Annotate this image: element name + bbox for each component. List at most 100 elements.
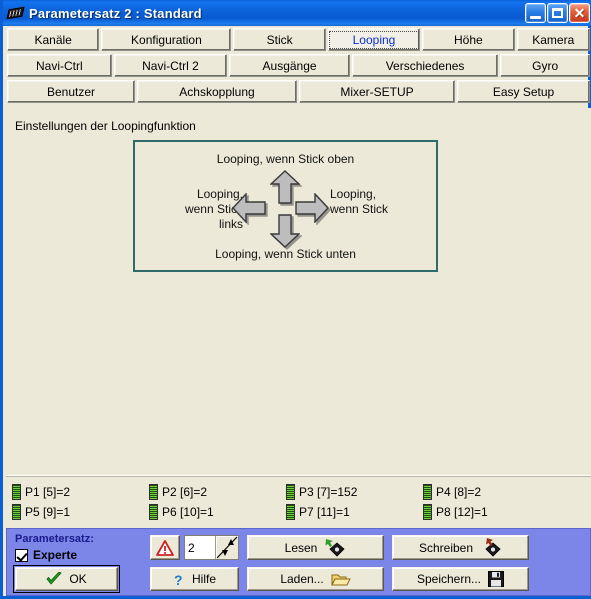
experte-checkbox[interactable] <box>15 548 28 562</box>
tab-kanaele[interactable]: Kanäle <box>7 28 100 51</box>
tab-achskopplung[interactable]: Achskopplung <box>137 80 297 103</box>
diagram-label-right-line2: wenn Stick <box>330 202 389 216</box>
hilfe-button[interactable]: ? Hilfe <box>150 567 239 591</box>
read-chip-icon <box>324 538 346 558</box>
schreiben-label: Schreiben <box>418 540 474 555</box>
param-label: P4 [8]=2 <box>436 485 482 499</box>
led-bar-icon <box>149 484 158 500</box>
arrow-right-icon <box>294 193 329 223</box>
led-bar-icon <box>423 484 432 500</box>
direction-arrows <box>231 170 340 248</box>
tab-looping[interactable]: Looping <box>327 28 421 51</box>
page-title: Einstellungen der Loopingfunktion <box>15 119 196 133</box>
ok-button[interactable]: OK <box>13 565 120 593</box>
tab-kamera[interactable]: Kamera <box>516 28 591 51</box>
param-p5: P5 [9]=1 <box>12 502 149 522</box>
tab-konfiguration[interactable]: Konfiguration <box>101 28 232 51</box>
warning-triangle-icon <box>156 539 174 556</box>
looping-diagram: Looping, wenn Stick oben Looping, wenn S… <box>133 140 438 272</box>
param-p4: P4 [8]=2 <box>423 482 560 502</box>
diagram-label-bottom: Looping, wenn Stick unten <box>215 247 356 261</box>
diagram-label-right: Looping, wenn Stick <box>330 187 426 217</box>
close-icon: ✕ <box>573 5 586 21</box>
tab-stick[interactable]: Stick <box>233 28 326 51</box>
check-icon <box>46 572 62 586</box>
laden-button[interactable]: Laden... <box>247 567 384 591</box>
window-frame: Parametersatz 2 : Standard ✕ Kanäle Konf… <box>0 0 591 599</box>
param-label: P5 [9]=1 <box>25 505 71 519</box>
param-p1: P1 [5]=2 <box>12 482 149 502</box>
title-bar: Parametersatz 2 : Standard ✕ <box>3 0 591 26</box>
diagram-label-left-line3: links <box>218 217 243 231</box>
svg-text:?: ? <box>174 572 183 587</box>
window-controls: ✕ <box>525 3 590 23</box>
experte-checkbox-row[interactable]: Experte <box>15 548 77 562</box>
ok-label: OK <box>69 572 87 586</box>
tab-verschiedenes[interactable]: Verschiedenes <box>351 54 499 77</box>
chip-icon <box>6 4 25 22</box>
parameter-status-strip: P1 [5]=2 P2 [6]=2 P3 [7]=152 P4 [8]=2 P5… <box>6 475 591 528</box>
diagram-label-left-line2: wenn Stick <box>184 202 243 216</box>
hilfe-label: Hilfe <box>191 572 216 586</box>
question-mark-icon: ? <box>173 572 185 587</box>
param-p2: P2 [6]=2 <box>149 482 286 502</box>
param-label: P6 [10]=1 <box>162 505 214 519</box>
param-label: P3 [7]=152 <box>299 485 358 499</box>
tab-navi-ctrl[interactable]: Navi-Ctrl <box>7 54 112 77</box>
maximize-button[interactable] <box>547 3 568 23</box>
parametersatz-label: Parametersatz: <box>15 533 94 545</box>
parametersatz-spinner[interactable]: 2 <box>184 535 239 560</box>
led-bar-icon <box>286 484 295 500</box>
tab-bar: Kanäle Konfiguration Stick Looping Höhe … <box>6 26 591 104</box>
tab-navi-ctrl-2[interactable]: Navi-Ctrl 2 <box>113 54 228 77</box>
tab-gyro[interactable]: Gyro <box>500 54 590 77</box>
led-bar-icon <box>286 504 295 520</box>
content-pane: Einstellungen der Loopingfunktion Loopin… <box>6 108 591 475</box>
param-p7: P7 [11]=1 <box>286 502 423 522</box>
spinner-arrows[interactable] <box>215 536 238 559</box>
write-chip-icon <box>480 537 502 558</box>
param-p3: P3 [7]=152 <box>286 482 423 502</box>
open-folder-icon <box>330 572 351 587</box>
spinner-updown-icon[interactable] <box>216 536 238 559</box>
param-p8: P8 [12]=1 <box>423 502 560 522</box>
tab-hoehe[interactable]: Höhe <box>422 28 515 51</box>
window-title: Parametersatz 2 : Standard <box>29 5 202 21</box>
diagram-label-top: Looping, wenn Stick oben <box>216 152 355 166</box>
warning-button[interactable] <box>150 535 180 560</box>
param-label: P1 [5]=2 <box>25 485 71 499</box>
lesen-button[interactable]: Lesen <box>247 535 384 560</box>
tab-ausgaenge[interactable]: Ausgänge <box>229 54 350 77</box>
experte-label: Experte <box>33 548 78 562</box>
diagram-label-left: Looping, wenn Stick links <box>149 187 243 232</box>
led-bar-icon <box>149 504 158 520</box>
param-label: P8 [12]=1 <box>436 505 488 519</box>
tab-row-2: Navi-Ctrl Navi-Ctrl 2 Ausgänge Verschied… <box>6 52 591 78</box>
led-bar-icon <box>12 504 21 520</box>
tab-easy-setup[interactable]: Easy Setup <box>457 80 590 103</box>
diagram-label-left-line1: Looping, <box>196 187 243 201</box>
spinner-value[interactable]: 2 <box>185 536 215 559</box>
speichern-label: Speichern... <box>416 572 482 586</box>
schreiben-button[interactable]: Schreiben <box>392 535 529 560</box>
laden-label: Laden... <box>280 572 324 586</box>
minimize-button[interactable] <box>525 3 546 23</box>
tab-mixer-setup[interactable]: Mixer-SETUP <box>299 80 455 103</box>
lesen-label: Lesen <box>284 540 318 555</box>
bottom-action-panel: Parametersatz: Experte OK ? Hilfe 2 Lese… <box>6 528 591 596</box>
floppy-disk-icon <box>488 571 505 587</box>
param-label: P7 [11]=1 <box>299 505 350 519</box>
application-window: Parametersatz 2 : Standard ✕ Kanäle Konf… <box>0 0 591 599</box>
tab-benutzer[interactable]: Benutzer <box>7 80 135 103</box>
close-button[interactable]: ✕ <box>569 3 590 23</box>
param-p6: P6 [10]=1 <box>149 502 286 522</box>
param-label: P2 [6]=2 <box>162 485 208 499</box>
speichern-button[interactable]: Speichern... <box>392 567 529 591</box>
led-bar-icon <box>423 504 432 520</box>
tab-row-1: Kanäle Konfiguration Stick Looping Höhe … <box>6 26 591 52</box>
parameter-grid: P1 [5]=2 P2 [6]=2 P3 [7]=152 P4 [8]=2 P5… <box>12 482 587 522</box>
diagram-label-right-line1: Looping, <box>330 187 377 201</box>
led-bar-icon <box>12 484 21 500</box>
tab-row-3: Benutzer Achskopplung Mixer-SETUP Easy S… <box>6 78 591 104</box>
arrow-left-icon <box>231 193 266 223</box>
